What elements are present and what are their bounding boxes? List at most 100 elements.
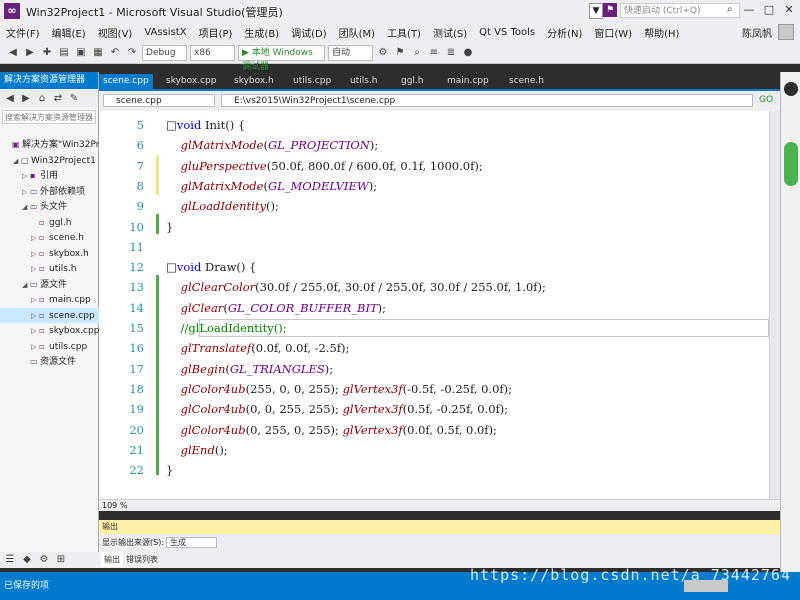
code-text[interactable]: glColor4ub(0, 255, 0, 255); glVertex3f(0… xyxy=(166,420,497,440)
output-source-select[interactable]: 生成 xyxy=(166,537,218,548)
feedback-flag-icon[interactable]: ⚑ xyxy=(603,3,617,17)
breakpoint-icon[interactable]: ● xyxy=(461,46,475,60)
code-text[interactable]: gluPerspective(50.0f, 800.0f / 600.0f, 0… xyxy=(166,156,483,176)
code-text[interactable]: glMatrixMode(GL_PROJECTION); xyxy=(166,135,379,155)
back-icon[interactable]: ◀ xyxy=(3,92,17,106)
expand-toggle-icon[interactable]: ▷ xyxy=(31,247,39,261)
start-debug-button[interactable]: ▶ 本地 Windows 调试器 xyxy=(238,44,325,72)
solution-explorer-header[interactable]: 解决方案资源管理器 xyxy=(0,72,98,89)
code-line[interactable]: 9 glLoadIdentity(); xyxy=(99,196,769,216)
horizontal-scrollbar[interactable]: 109 % xyxy=(99,499,780,511)
tab-skybox-h[interactable]: skybox.h xyxy=(234,74,274,89)
expand-toggle-icon[interactable]: ◢ xyxy=(22,278,30,292)
scope-dropdown[interactable]: scene.cpp xyxy=(103,94,215,107)
code-text[interactable]: □void Init() { xyxy=(166,115,245,135)
code-line[interactable]: 18 glColor4ub(255, 0, 0, 255); glVertex3… xyxy=(99,379,769,399)
tab-scene-h[interactable]: scene.h xyxy=(509,74,544,89)
code-text[interactable]: glColor4ub(255, 0, 0, 255); glVertex3f(-… xyxy=(166,379,512,399)
expand-toggle-icon[interactable]: ▷ xyxy=(31,324,39,338)
code-text[interactable]: glClearColor(30.0f / 255.0f, 30.0f / 255… xyxy=(166,277,546,297)
undo-icon[interactable]: ↶ xyxy=(108,46,122,60)
zoom-level[interactable]: 109 % xyxy=(102,500,127,511)
expand-toggle-icon[interactable]: ▷ xyxy=(22,169,30,183)
menu-debug[interactable]: 调试(D) xyxy=(285,25,333,40)
expand-toggle-icon[interactable]: ▷ xyxy=(31,262,39,276)
new-project-icon[interactable]: ✚ xyxy=(40,46,54,60)
forward-icon[interactable]: ▶ xyxy=(19,92,33,106)
menu-test[interactable]: 测试(S) xyxy=(427,25,473,40)
tab-main-cpp[interactable]: main.cpp xyxy=(447,74,489,89)
menu-project[interactable]: 项目(P) xyxy=(193,25,239,40)
code-line[interactable]: 6 glMatrixMode(GL_PROJECTION); xyxy=(99,135,769,155)
menu-file[interactable]: 文件(F) xyxy=(0,25,46,40)
tab-skybox-cpp[interactable]: skybox.cpp xyxy=(166,74,216,89)
tab-utils-h[interactable]: utils.h xyxy=(350,74,378,89)
menu-team[interactable]: 团队(M) xyxy=(333,25,381,40)
solution-config-select[interactable]: Debug xyxy=(142,44,187,61)
solution-platform-select[interactable]: x86 xyxy=(190,44,235,61)
code-line[interactable]: 7 gluPerspective(50.0f, 800.0f / 600.0f,… xyxy=(99,156,769,176)
uncomment-icon[interactable]: ≣ xyxy=(444,46,458,60)
tab-error-list[interactable]: 错误列表 xyxy=(123,552,161,567)
properties-icon[interactable]: ✎ xyxy=(67,92,81,106)
menu-tools[interactable]: 工具(T) xyxy=(381,25,427,40)
home-icon[interactable]: ⌂ xyxy=(35,92,49,106)
close-button[interactable]: ✕ xyxy=(780,2,798,18)
code-text[interactable]: } xyxy=(166,460,173,480)
file-path-dropdown[interactable]: E:\vs2015\Win32Project1\scene.cpp xyxy=(221,94,753,107)
menu-help[interactable]: 帮助(H) xyxy=(638,25,685,40)
code-line[interactable]: 12 □void Draw() { xyxy=(99,257,769,277)
expand-toggle-icon[interactable]: ▷ xyxy=(31,293,39,307)
code-line[interactable]: 13 glClearColor(30.0f / 255.0f, 30.0f / … xyxy=(99,277,769,297)
menu-view[interactable]: 视图(V) xyxy=(92,25,139,40)
class-view-tab-icon[interactable]: ◆ xyxy=(20,553,34,567)
attach-icon[interactable]: ⚙ xyxy=(376,46,390,60)
user-name[interactable]: 陈凤帆 xyxy=(742,25,778,40)
code-line[interactable]: 20 glColor4ub(0, 255, 0, 255); glVertex3… xyxy=(99,420,769,440)
code-line[interactable]: 11 xyxy=(99,237,769,257)
comment-icon[interactable]: ≡ xyxy=(427,46,441,60)
code-text[interactable]: glTranslatef(0.0f, 0.0f, -2.5f); xyxy=(166,338,350,358)
back-icon[interactable]: ◀ xyxy=(6,46,20,60)
expand-toggle-icon[interactable]: ▷ xyxy=(31,309,39,323)
debug-mode-select[interactable]: 自动 xyxy=(328,44,373,61)
code-text[interactable]: glMatrixMode(GL_MODELVIEW); xyxy=(166,176,377,196)
menu-window[interactable]: 窗口(W) xyxy=(588,25,638,40)
minimize-button[interactable]: — xyxy=(740,2,758,18)
expand-toggle-icon[interactable]: ◢ xyxy=(13,154,21,168)
code-line[interactable]: 22} xyxy=(99,460,769,480)
tab-ggl-h[interactable]: ggl.h xyxy=(401,74,424,89)
tab-utils-cpp[interactable]: utils.cpp xyxy=(293,74,331,89)
search-icon[interactable]: ⌕ xyxy=(727,4,733,15)
property-manager-tab-icon[interactable]: ⚙ xyxy=(37,553,51,567)
code-text[interactable]: glEnd(); xyxy=(166,440,228,460)
code-line[interactable]: 10} xyxy=(99,217,769,237)
notification-icon[interactable]: ▼ xyxy=(589,3,603,19)
code-text[interactable]: //glLoadIdentity(); xyxy=(166,318,287,338)
expand-toggle-icon[interactable]: ▷ xyxy=(31,231,39,245)
code-line[interactable]: 21 glEnd(); xyxy=(99,440,769,460)
bookmark-icon[interactable]: ⚑ xyxy=(393,46,407,60)
find-icon[interactable]: ⌕ xyxy=(410,46,424,60)
redo-icon[interactable]: ↷ xyxy=(125,46,139,60)
tab-scene-cpp[interactable]: scene.cpp xyxy=(99,74,153,89)
code-text[interactable]: glBegin(GL_TRIANGLES); xyxy=(166,359,334,379)
menu-vassistx[interactable]: VAssistX xyxy=(138,27,192,38)
tree-item[interactable]: ▣解决方案"Win32Project1" xyxy=(0,137,102,152)
code-line[interactable]: 19 glColor4ub(0, 0, 255, 255); glVertex3… xyxy=(99,399,769,419)
quick-launch-input[interactable]: 快速启动 (Ctrl+Q) xyxy=(620,3,740,18)
avatar[interactable] xyxy=(778,24,794,40)
code-line[interactable]: 5 □void Init() { xyxy=(99,115,769,135)
code-text[interactable]: glLoadIdentity(); xyxy=(166,196,279,216)
expand-toggle-icon[interactable]: ▷ xyxy=(22,185,30,199)
code-text[interactable]: } xyxy=(166,217,173,237)
code-line[interactable]: 17 glBegin(GL_TRIANGLES); xyxy=(99,359,769,379)
tab-output[interactable]: 输出 xyxy=(101,552,123,567)
save-all-icon[interactable]: ▦ xyxy=(91,46,105,60)
expand-toggle-icon[interactable]: ◢ xyxy=(22,200,30,214)
open-folder-icon[interactable]: ▤ xyxy=(57,46,71,60)
code-line[interactable]: 8 glMatrixMode(GL_MODELVIEW); xyxy=(99,176,769,196)
save-icon[interactable]: ▣ xyxy=(74,46,88,60)
code-editor[interactable]: 5 □void Init() {6 glMatrixMode(GL_PROJECT… xyxy=(99,111,769,499)
menu-edit[interactable]: 编辑(E) xyxy=(46,25,92,40)
